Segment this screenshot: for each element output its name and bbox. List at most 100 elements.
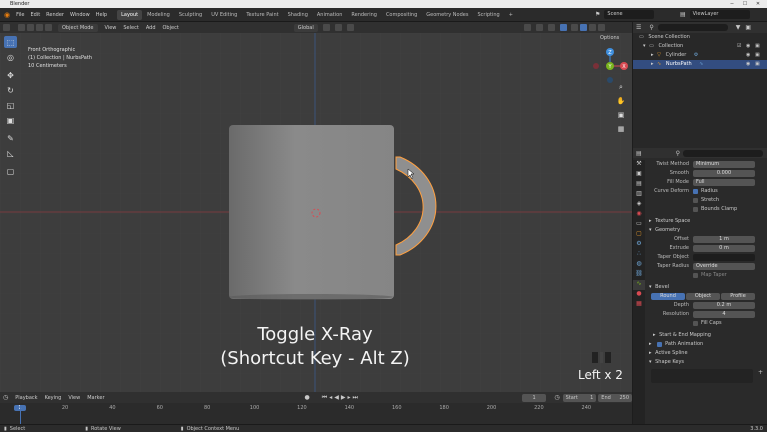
- proportional-edit-icon[interactable]: [346, 24, 354, 31]
- preview-range-icon[interactable]: ◷: [554, 394, 559, 401]
- gizmo-toggle-icon[interactable]: [535, 24, 543, 31]
- frame-ruler[interactable]: 120406080100120140160180200220240: [0, 405, 632, 413]
- modifier-tab-icon[interactable]: ⚙: [633, 240, 645, 250]
- collection-tab-icon[interactable]: ▭: [633, 220, 645, 230]
- tab-sculpting[interactable]: Sculpting: [175, 10, 206, 20]
- path-animation-checkbox[interactable]: [657, 342, 662, 347]
- resolution-field[interactable]: 4: [693, 311, 755, 318]
- select-mode-invert-icon[interactable]: [45, 24, 52, 31]
- start-end-mapping-section[interactable]: ▸ Start & End Mapping: [647, 331, 765, 340]
- select-mode-extend-icon[interactable]: [27, 24, 34, 31]
- bevel-profile-tab[interactable]: Profile: [721, 293, 755, 300]
- tab-shading[interactable]: Shading: [284, 10, 312, 20]
- fill-caps-checkbox[interactable]: [693, 321, 698, 326]
- outliner-search-input[interactable]: [657, 24, 728, 31]
- pivot-point-icon[interactable]: [322, 24, 330, 31]
- object-tab-icon[interactable]: ▢: [633, 230, 645, 240]
- path-animation-section[interactable]: ▸ Path Animation: [647, 340, 765, 349]
- zoom-icon[interactable]: ⌕: [615, 83, 627, 95]
- editor-type-icon[interactable]: [3, 24, 10, 31]
- tab-modeling[interactable]: Modeling: [143, 10, 174, 20]
- physics-tab-icon[interactable]: ◍: [633, 260, 645, 270]
- tab-uv-editing[interactable]: UV Editing: [207, 10, 241, 20]
- next-keyframe-icon[interactable]: ▸: [347, 394, 350, 401]
- play-icon[interactable]: ▶: [341, 394, 346, 401]
- menu-marker[interactable]: Marker: [87, 395, 104, 401]
- add-shape-key-icon[interactable]: +: [758, 369, 763, 376]
- snap-icon[interactable]: [334, 24, 342, 31]
- minimize-button[interactable]: ─: [726, 0, 738, 8]
- select-mode-new-icon[interactable]: [18, 24, 25, 31]
- stretch-checkbox[interactable]: [693, 198, 698, 203]
- particles-tab-icon[interactable]: ∴: [633, 250, 645, 260]
- end-frame-field[interactable]: End 250: [598, 393, 633, 402]
- expand-icon[interactable]: ▸: [651, 52, 654, 58]
- tool-tab-icon[interactable]: ⚒: [633, 160, 645, 170]
- geometry-section[interactable]: ▾ Geometry: [647, 226, 765, 235]
- annotate-tool-icon[interactable]: ✎: [4, 132, 17, 144]
- tab-layout[interactable]: Layout: [117, 9, 143, 20]
- 3d-viewport[interactable]: Front Orthographic (1) Collection | Nurb…: [0, 33, 632, 392]
- outliner-filter-icon[interactable]: ⚲: [649, 24, 653, 31]
- outliner-row-collection[interactable]: ▾ ▭ Collection ☑ ◉ ▣: [633, 42, 767, 51]
- outliner-funnel-icon[interactable]: ▼: [736, 24, 741, 31]
- shading-solid-icon[interactable]: [579, 24, 587, 31]
- menu-select[interactable]: Select: [123, 25, 138, 31]
- navigation-gizmo[interactable]: Z X Y: [590, 45, 630, 87]
- constraints-tab-icon[interactable]: ⛓: [633, 270, 645, 280]
- smooth-field[interactable]: 0.000: [693, 170, 755, 177]
- select-box-tool-icon[interactable]: ⬚: [4, 36, 17, 48]
- scale-tool-icon[interactable]: ◱: [4, 99, 17, 111]
- overlay-toggle-icon[interactable]: [547, 24, 555, 31]
- transform-orientation-selector[interactable]: Global: [293, 23, 318, 32]
- outliner-row-cylinder[interactable]: ▸ ▽ Cylinder ⚙ ◉ ▣: [633, 51, 767, 60]
- scene-tab-icon[interactable]: ◈: [633, 200, 645, 210]
- prev-keyframe-icon[interactable]: ◂: [329, 394, 332, 401]
- menu-object[interactable]: Object: [163, 25, 179, 31]
- extrude-field[interactable]: 0 m: [693, 245, 755, 252]
- menu-window[interactable]: Window: [70, 12, 90, 18]
- pan-hand-icon[interactable]: ✋: [615, 97, 627, 109]
- menu-render[interactable]: Render: [46, 12, 64, 18]
- visibility-icon[interactable]: [523, 24, 531, 31]
- render-tab-icon[interactable]: ▣: [633, 170, 645, 180]
- options-dropdown[interactable]: Options: [600, 35, 619, 41]
- transform-tool-icon[interactable]: ▣: [4, 114, 17, 126]
- world-tab-icon[interactable]: ◉: [633, 210, 645, 220]
- expand-icon[interactable]: ▾: [643, 43, 646, 49]
- material-tab-icon[interactable]: ●: [633, 290, 645, 300]
- tab-animation[interactable]: Animation: [313, 10, 347, 20]
- xray-toggle-icon[interactable]: [559, 24, 567, 31]
- record-icon[interactable]: ●: [305, 394, 310, 401]
- outliner-row-nurbspath[interactable]: ▸ ∿ NurbsPath ∿ ◉ ▣: [633, 60, 767, 69]
- bevel-round-tab[interactable]: Round: [651, 293, 685, 300]
- blender-logo-icon[interactable]: ◉: [4, 11, 10, 19]
- active-spline-section[interactable]: ▸ Active Spline: [647, 349, 765, 358]
- offset-field[interactable]: 1 m: [693, 236, 755, 243]
- gizmo-neg-x-icon[interactable]: [593, 63, 599, 69]
- expand-icon[interactable]: ▸: [651, 61, 654, 67]
- tab-compositing[interactable]: Compositing: [382, 10, 421, 20]
- jump-start-icon[interactable]: ⏮: [322, 394, 327, 402]
- outliner-type-icon[interactable]: ☰: [636, 24, 641, 31]
- map-taper-checkbox[interactable]: [693, 273, 698, 278]
- tab-rendering[interactable]: Rendering: [347, 10, 381, 20]
- texture-space-section[interactable]: ▸ Texture Space: [647, 217, 765, 226]
- hide-eye-icon[interactable]: ◉: [746, 51, 750, 60]
- outliner-row-scene-collection[interactable]: ▭ Scene Collection: [633, 33, 767, 42]
- start-frame-field[interactable]: Start 1: [562, 393, 597, 402]
- camera-view-icon[interactable]: ▣: [615, 111, 627, 123]
- menu-timeline-view[interactable]: View: [68, 395, 80, 401]
- shape-keys-list[interactable]: +: [651, 369, 763, 383]
- properties-type-icon[interactable]: ▤: [636, 150, 642, 157]
- perspective-toggle-icon[interactable]: ▦: [615, 125, 627, 137]
- close-button[interactable]: ✕: [752, 0, 764, 8]
- shape-keys-section[interactable]: ▾ Shape Keys: [647, 358, 765, 367]
- shading-rendered-icon[interactable]: [597, 24, 605, 31]
- mode-selector[interactable]: Object Mode: [58, 23, 98, 32]
- shading-material-icon[interactable]: [588, 24, 596, 31]
- timeline-editor-icon[interactable]: ◷: [3, 394, 8, 401]
- bounds-clamp-checkbox[interactable]: [693, 207, 698, 212]
- camera-render-icon[interactable]: ▣: [755, 51, 760, 60]
- twist-method-dropdown[interactable]: Minimum: [693, 161, 755, 168]
